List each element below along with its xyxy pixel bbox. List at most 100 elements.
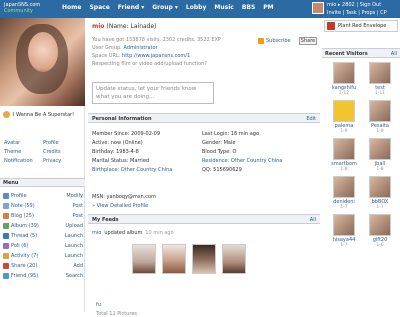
share-button[interactable]: Share: [299, 37, 317, 45]
menu-label[interactable]: Activity (7): [11, 253, 38, 259]
thread-icon: [3, 233, 9, 239]
album-name[interactable]: fu: [96, 302, 101, 308]
menu-label[interactable]: Share (20): [11, 263, 37, 269]
visitor-item[interactable]: test 1-11: [362, 62, 398, 96]
menu-list: Profile Modify Note (59) Post Blog (25) Pos…: [3, 191, 83, 281]
info-birthplace[interactable]: Birthplace: Other Country China: [92, 166, 202, 174]
view-detailed-profile-link[interactable]: » View Detailed Profile: [92, 203, 148, 209]
menu-item-friend: Friend (95) Search: [3, 271, 83, 281]
info-residence[interactable]: Residence: Other Country China: [202, 157, 318, 165]
menu-item-blog: Blog (25) Post: [3, 211, 83, 221]
visitor-date: 1-6: [376, 243, 384, 248]
feeds-header: My Feeds All: [88, 214, 320, 224]
subscribe-link[interactable]: Subscribe: [258, 38, 291, 44]
visitor-item[interactable]: hisaya44 1-7: [326, 214, 362, 248]
menu-action[interactable]: Post: [73, 213, 83, 219]
user-links-top[interactable]: mio ▸ 2802 | Sign Out: [327, 2, 381, 8]
album-thumbnail[interactable]: [192, 244, 216, 274]
nav-bbs[interactable]: BBS: [242, 4, 255, 11]
menu-label[interactable]: Blog (25): [11, 213, 34, 219]
visitor-avatar[interactable]: [333, 176, 355, 198]
visitor-grid: kangshifu 1-12 test 1-11 palema 1-9 Pesaita…: [326, 62, 398, 248]
menu-action[interactable]: Add: [73, 263, 83, 269]
album-thumbnail[interactable]: [222, 244, 246, 274]
personal-info-grid: Member Since: 2009-02-09 Last Login: 18 …: [92, 130, 318, 174]
visitor-item[interactable]: jball 1-8: [362, 138, 398, 172]
menu-action[interactable]: Post: [73, 203, 83, 209]
link-profile[interactable]: Profile: [43, 140, 82, 146]
menu-label[interactable]: Note (59): [11, 203, 35, 209]
album-thumbnails: [132, 244, 246, 274]
profile-photo[interactable]: [0, 18, 85, 106]
visitor-avatar[interactable]: [333, 62, 355, 84]
nav-lobby[interactable]: Lobby: [186, 4, 206, 11]
nav-home[interactable]: Home: [62, 4, 81, 11]
visitor-item[interactable]: bbBOX 1-7: [362, 176, 398, 210]
menu-label[interactable]: Profile: [11, 193, 27, 199]
blog-icon: [3, 213, 9, 219]
menu-action[interactable]: Launch: [65, 243, 83, 249]
status-update-input[interactable]: Update status, let your friends know wha…: [92, 82, 214, 104]
nav-music[interactable]: Music: [214, 4, 233, 11]
visitors-all-link[interactable]: All: [391, 51, 397, 57]
link-privacy[interactable]: Privacy: [43, 158, 82, 164]
menu-action[interactable]: Launch: [65, 233, 83, 239]
visitor-item[interactable]: gift20 1-6: [362, 214, 398, 248]
feed-user[interactable]: mio: [92, 230, 101, 236]
visitor-item[interactable]: smartbom 1-8: [326, 138, 362, 172]
visitor-avatar[interactable]: [333, 138, 355, 160]
usergroup-value[interactable]: Administrator: [124, 45, 158, 51]
red-envelope-button[interactable]: Plant Red Envelope: [324, 20, 398, 32]
nav-group[interactable]: Group ▾: [152, 4, 178, 11]
menu-action[interactable]: Search: [66, 273, 83, 279]
info-msn: MSN: yanboqy@msn.com: [92, 194, 156, 200]
visitor-date: 1-12: [338, 91, 350, 96]
photo-face-shape: [28, 32, 58, 72]
menu-action[interactable]: Upload: [65, 223, 83, 229]
link-notification[interactable]: Notification: [4, 158, 43, 164]
info-last-login: Last Login: 18 min ago: [202, 131, 260, 137]
visitor-avatar[interactable]: [369, 176, 391, 198]
visitor-avatar[interactable]: [333, 100, 355, 122]
visitor-avatar[interactable]: [369, 214, 391, 236]
personal-info-title: Personal Information: [92, 116, 152, 122]
user-avatar[interactable]: [312, 2, 324, 14]
visitor-avatar[interactable]: [369, 100, 391, 122]
menu-label[interactable]: Thread (5): [11, 233, 37, 239]
visitor-item[interactable]: kangshifu 1-12: [326, 62, 362, 96]
usergroup-label: User Group:: [92, 45, 122, 51]
menu-action[interactable]: Modify: [66, 193, 83, 199]
feeds-all-link[interactable]: All: [310, 217, 316, 223]
nav-space[interactable]: Space: [89, 4, 109, 11]
visitor-item[interactable]: Pesaita 1-9: [362, 100, 398, 134]
album-thumbnail[interactable]: [132, 244, 156, 274]
info-member-since: Member Since: 2009-02-09: [92, 131, 161, 137]
visitor-item[interactable]: palema 1-9: [326, 100, 362, 134]
nav-friend[interactable]: Friend ▾: [118, 4, 144, 11]
main-content: mio (Name: Lainade) You have got 133878 …: [88, 18, 320, 317]
menu-item-thread: Thread (5) Launch: [3, 231, 83, 241]
link-theme[interactable]: Theme: [4, 149, 43, 155]
menu-label[interactable]: Album (39): [11, 223, 39, 229]
menu-action[interactable]: Launch: [65, 253, 83, 259]
superstar-status[interactable]: I Wanna Be A Superstar!: [3, 111, 83, 118]
link-avatar[interactable]: Avatar: [4, 140, 43, 146]
album-thumbnail[interactable]: [162, 244, 186, 274]
visitor-date: 1-8: [376, 167, 384, 172]
site-logo[interactable]: JapanSNS.com Community: [4, 2, 48, 16]
menu-item-album: Album (39) Upload: [3, 221, 83, 231]
user-links-bottom[interactable]: Invite | Task | Props | CP: [327, 10, 387, 16]
nav-pm[interactable]: PM: [263, 4, 273, 11]
visitor-avatar[interactable]: [369, 138, 391, 160]
edit-link[interactable]: Edit: [306, 116, 316, 122]
profile-summary: You have got 133878 visits, 2302 credits…: [92, 36, 252, 68]
link-credits[interactable]: Credits: [43, 149, 82, 155]
menu-label[interactable]: Friend (95): [11, 273, 38, 279]
visitor-avatar[interactable]: [333, 214, 355, 236]
visitor-item[interactable]: denideni 1-7: [326, 176, 362, 210]
friend-icon: [3, 273, 9, 279]
visitor-avatar[interactable]: [369, 62, 391, 84]
menu-label[interactable]: Poll (6): [11, 243, 28, 249]
flash-notice[interactable]: Respecting flim or video add/upload func…: [92, 60, 252, 68]
space-url-link[interactable]: http://www.japansns.com/1: [122, 53, 190, 59]
